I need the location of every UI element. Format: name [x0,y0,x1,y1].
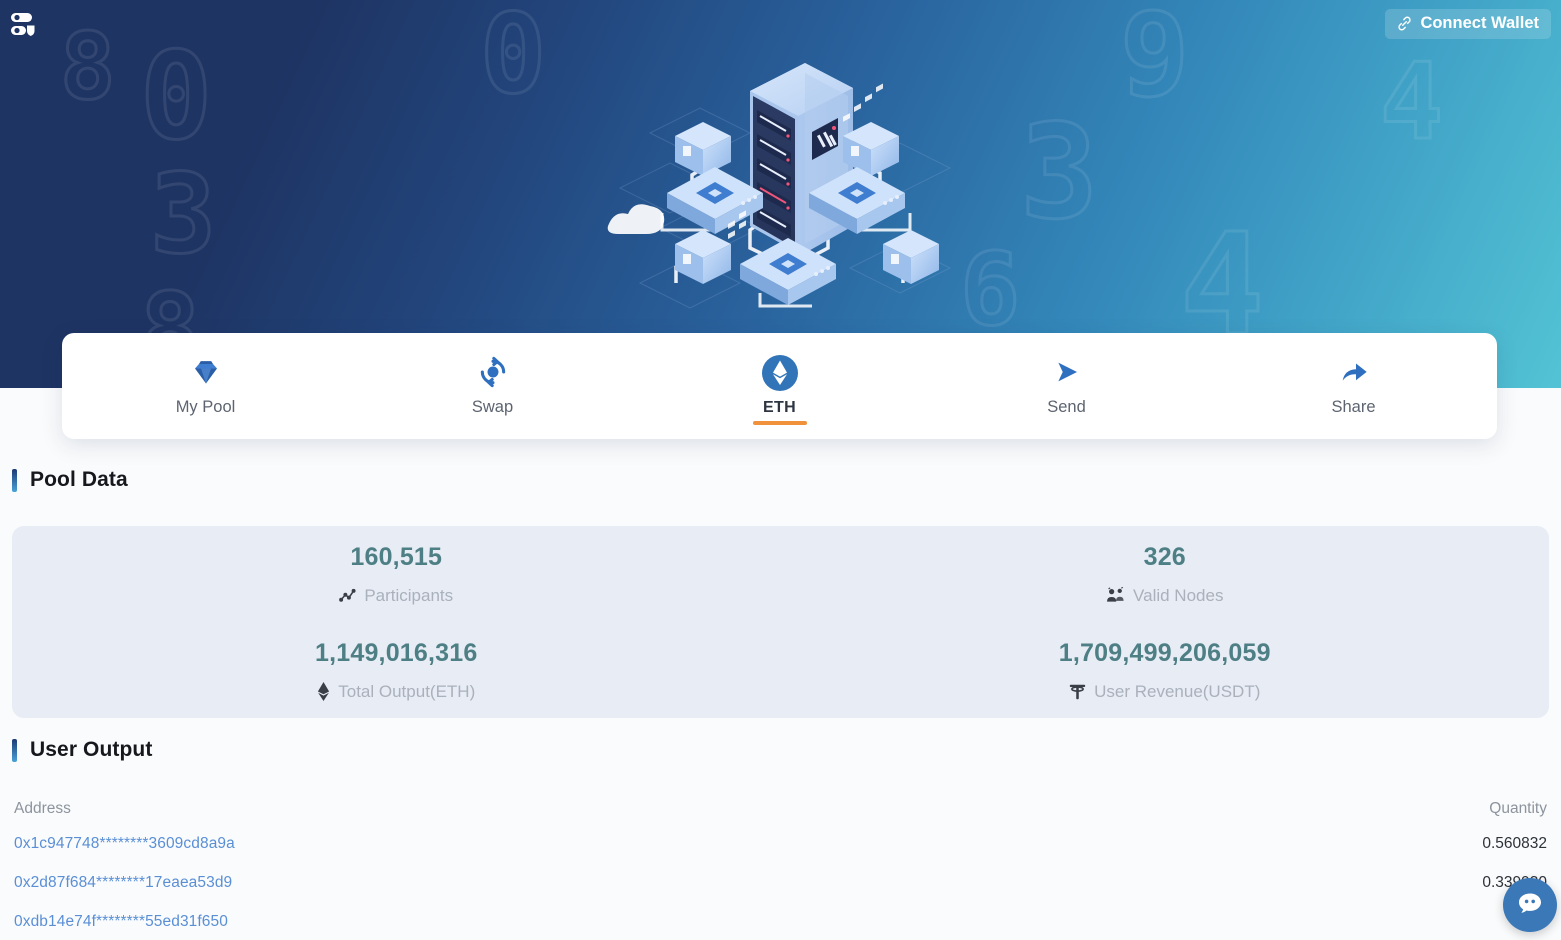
stat-label-text: Total Output(ETH) [338,681,476,701]
stat-label: Total Output(ETH) [317,682,475,702]
tab-label: Share [1331,398,1376,416]
stat-value: 326 [1143,542,1186,571]
stat-value: 1,709,499,206,059 [1058,638,1271,667]
app-root: 8 0 3 8 0 3 9 4 6 4 Connect Wallet My Po… [0,0,1561,940]
stat-label: Valid Nodes [1106,586,1223,606]
bg-digit: 8 [58,13,116,120]
section-title-text: Pool Data [30,468,128,491]
pool-data-section: Pool Data 160,515 Participants 326 Valid… [0,466,1561,718]
bg-digit: 9 [1118,0,1190,123]
share-arrow-icon [1338,355,1370,389]
user-output-table: Address Quantity 0x1c947748********3609c… [0,794,1561,940]
bg-digit: 4 [1378,41,1444,163]
cell-quantity: 0.560832 [1482,834,1547,852]
tab-swap[interactable]: Swap [349,333,636,439]
stat-value: 160,515 [350,542,443,571]
bg-digit: 0 [478,0,547,118]
send-arrow-icon [1051,355,1083,389]
stat-label-text: Valid Nodes [1133,585,1224,605]
tab-my-pool[interactable]: My Pool [62,333,349,439]
stat-total-output: 1,149,016,316 Total Output(ETH) [12,639,781,702]
column-header-quantity: Quantity [1489,800,1547,817]
stat-user-revenue: 1,709,499,206,059 User Revenue(USDT) [781,639,1550,702]
tether-icon [1069,683,1086,701]
pool-stats-card: 160,515 Participants 326 Valid Nodes 1,1… [12,526,1549,718]
chat-support-button[interactable] [1503,878,1557,932]
main-tab-bar: My Pool Swap ETH Send Share [62,333,1497,439]
table-row[interactable]: 0x1c947748********3609cd8a9a 0.560832 [0,824,1561,863]
link-chain-icon [1396,15,1413,32]
section-accent-bar [12,738,17,762]
section-accent-bar [12,468,17,492]
bg-digit: 4 [1178,204,1265,367]
tab-share[interactable]: Share [1210,333,1497,439]
active-tab-underline [752,421,807,425]
stat-label: User Revenue(USDT) [1069,682,1260,702]
chat-bubble-icon [1515,888,1545,923]
users-group-icon [1106,587,1125,604]
stat-label-text: Participants [364,585,454,605]
user-output-section: User Output Address Quantity 0x1c947748*… [0,736,1561,940]
stat-valid-nodes: 326 Valid Nodes [781,543,1550,606]
cell-address[interactable]: 0xdb14e74f********55ed31f650 [14,913,228,931]
tab-send[interactable]: Send [923,333,1210,439]
section-title-text: User Output [30,738,153,761]
bg-digit: 3 [148,150,217,278]
tab-label: Swap [471,398,514,416]
swap-circle-icon [477,355,509,389]
isometric-server-network-illustration [600,48,972,333]
stat-label: Participants [339,586,453,606]
cell-address[interactable]: 0x2d87f684********17eaea53d9 [14,874,232,892]
user-output-heading: User Output [12,736,1561,764]
tab-label: Send [1047,398,1086,416]
hero-banner: 8 0 3 8 0 3 9 4 6 4 Connect Wallet [0,0,1561,388]
connect-wallet-label: Connect Wallet [1420,14,1539,32]
stat-value: 1,149,016,316 [315,638,478,667]
tab-label: ETH [763,398,796,416]
bg-digit: 0 [138,28,213,167]
ethereum-diamond-icon [317,682,330,701]
table-row[interactable]: 0x2d87f684********17eaea53d9 0.339930 [0,863,1561,902]
ethereum-icon [760,354,800,391]
cell-address[interactable]: 0x1c947748********3609cd8a9a [14,835,235,853]
bg-digit: 3 [1018,96,1099,248]
server-shield-logo[interactable] [8,8,40,40]
diamond-icon [191,355,221,389]
table-header-row: Address Quantity [0,794,1561,824]
stat-label-text: User Revenue(USDT) [1094,681,1261,701]
column-header-address: Address [14,800,71,817]
table-row[interactable]: 0xdb14e74f********55ed31f650 0.93 [0,902,1561,940]
line-chart-icon [339,587,356,604]
connect-wallet-button[interactable]: Connect Wallet [1385,9,1551,39]
pool-data-heading: Pool Data [12,466,1561,494]
stat-participants: 160,515 Participants [12,543,781,606]
tab-eth[interactable]: ETH [636,333,923,439]
tab-label: My Pool [175,398,236,416]
